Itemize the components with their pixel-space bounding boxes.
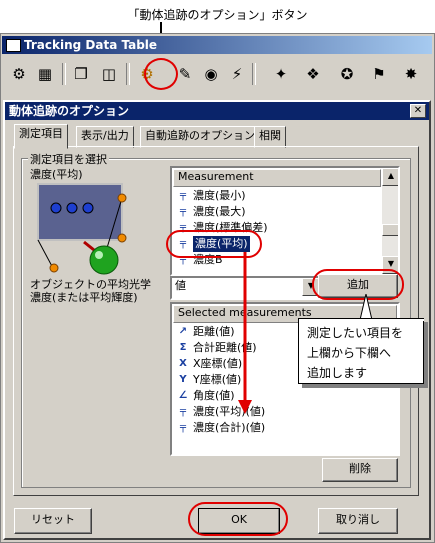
scroll-up-icon[interactable]: ▲ [382, 168, 398, 186]
preview-illustration [34, 182, 144, 276]
chart-settings-icon[interactable]: ⚙ [8, 63, 30, 85]
density-icon: ╤ [179, 190, 187, 201]
list-item[interactable]: ∠ 角度(値) [172, 388, 398, 404]
tracking-icon-6[interactable]: ❖ [302, 63, 324, 85]
measurement-scrollbar[interactable]: ▲ ▼ [382, 168, 398, 274]
tracking-icon-3[interactable]: ◉ [200, 63, 222, 85]
window-title-bar: Tracking Data Table [2, 36, 432, 54]
window-icon[interactable]: ◫ [98, 63, 120, 85]
delete-button[interactable]: 削除 [322, 458, 398, 482]
tracking-icon-8[interactable]: ⚑ [368, 63, 390, 85]
move-arrow [238, 252, 252, 414]
cancel-button[interactable]: 取り消し [318, 508, 398, 534]
angle-icon: ∠ [178, 390, 188, 401]
preview-label: 濃度(平均) [30, 168, 83, 181]
scroll-thumb[interactable] [382, 224, 398, 236]
callout-line1: 測定したい項目を [307, 326, 404, 340]
tracking-icon-9[interactable]: ✸ [400, 63, 422, 85]
window-title: Tracking Data Table [24, 38, 158, 52]
toolbar-separator [126, 63, 130, 85]
tracking-icon-7[interactable]: ✪ [336, 63, 358, 85]
density-preview-image [37, 183, 127, 275]
preview-description-line2: 濃度(または平均輝度) [30, 291, 138, 304]
tab-display-output[interactable]: 表示/出力 [76, 126, 134, 148]
tracking-icon-4[interactable]: ⚡ [226, 63, 248, 85]
reset-button[interactable]: リセット [14, 508, 92, 534]
instruction-callout: 測定したい項目を 上欄から下欄へ 追加します [298, 318, 424, 384]
toolbar-separator [62, 63, 66, 85]
table-icon[interactable]: ▦ [34, 63, 56, 85]
highlight-circle-toolbar [144, 58, 178, 90]
preview-description-line1: オブジェクトの平均光学 [30, 278, 151, 291]
measurement-list-header: Measurement [173, 169, 381, 187]
callout-pointer [359, 294, 373, 320]
y-coordinate-icon: Y [179, 374, 187, 385]
density-icon: ╤ [179, 406, 187, 417]
app-icon [6, 39, 21, 52]
tab-auto-tracking-options[interactable]: 自動追跡のオプション [140, 126, 260, 148]
highlight-circle-ok [188, 502, 288, 536]
total-distance-icon: Σ [179, 342, 187, 353]
close-icon[interactable]: ✕ [410, 104, 426, 118]
tracking-icon-5[interactable]: ✦ [270, 63, 292, 85]
distance-icon: ↗ [178, 326, 188, 337]
list-item[interactable]: ╤ 濃度(最小) [172, 188, 382, 204]
callout-joint [300, 319, 424, 321]
density-icon: ╤ [179, 422, 187, 433]
list-item[interactable]: ╤ 濃度(最大) [172, 204, 382, 220]
toolbar-separator [252, 63, 256, 85]
caption-text: 「動体追跡のオプション」ボタン [127, 8, 308, 22]
dialog-title: 動体追跡のオプション [5, 102, 429, 120]
list-item[interactable]: ╤ 濃度(平均)(値) [172, 404, 398, 420]
tab-correlation[interactable]: 相関 [254, 126, 286, 148]
callout-line3: 追加します [307, 366, 368, 380]
measurement-listbox[interactable]: Measurement ╤ 濃度(最小) ╤ 濃度(最大) ╤ 濃度(標準偏差) ╤ 濃… [170, 166, 400, 276]
copy-icon[interactable]: ❐ [70, 63, 92, 85]
callout-line2: 上欄から下欄へ [307, 346, 392, 360]
preview-description: オブジェクトの平均光学 濃度(または平均輝度) [30, 278, 151, 304]
group-label: 測定項目を選択 [28, 151, 109, 167]
x-coordinate-icon: X [179, 358, 187, 369]
density-icon: ╤ [179, 206, 187, 217]
list-item[interactable]: ╤ 濃度(合計)(値) [172, 420, 398, 436]
tab-measurements[interactable]: 測定項目 [14, 124, 68, 149]
toolbar: ⚙ ▦ ❐ ◫ ⚙ ✎ ◉ ⚡ ✦ ❖ ✪ ⚑ ✸ [2, 57, 432, 91]
